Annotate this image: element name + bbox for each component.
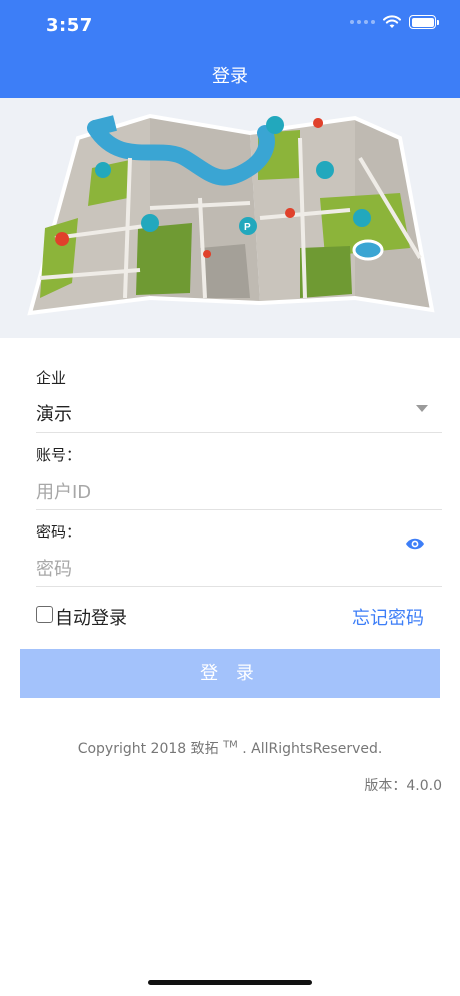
top-bar: 3:57 登录 (0, 0, 460, 98)
auto-login-label[interactable]: 自动登录 (55, 604, 127, 630)
cellular-signal-icon (350, 20, 375, 24)
password-input[interactable]: 密码 (36, 555, 72, 581)
divider (36, 509, 442, 510)
battery-icon (409, 15, 439, 29)
forgot-password-link[interactable]: 忘记密码 (352, 604, 424, 630)
hero-banner: P (0, 98, 460, 338)
company-label: 企业 (36, 369, 67, 387)
login-button[interactable]: 登 录 (20, 649, 440, 698)
password-label: 密码： (36, 523, 82, 541)
divider (36, 432, 442, 433)
version-label: 版本： (364, 778, 407, 794)
status-icons (350, 15, 439, 29)
version-value: 4.0.0 (406, 778, 442, 794)
account-input[interactable]: 用户ID (36, 478, 91, 504)
auto-login-checkbox[interactable] (36, 606, 53, 623)
page-title: 登录 (212, 66, 248, 87)
city-map-illustration: P (27, 113, 435, 316)
svg-text:P: P (244, 222, 251, 233)
version-text: 版本：4.0.0 (364, 775, 442, 795)
chevron-down-icon[interactable] (416, 405, 428, 412)
home-indicator[interactable] (148, 980, 312, 985)
eye-icon[interactable] (405, 537, 425, 551)
account-label: 账号： (36, 446, 82, 464)
wifi-icon (383, 15, 401, 28)
divider (36, 586, 442, 587)
status-time: 3:57 (46, 15, 93, 36)
copyright-prefix: Copyright 2018 致拓 (77, 741, 224, 757)
company-select[interactable]: 演示 (36, 400, 72, 426)
trademark: TM (223, 739, 238, 751)
copyright-suffix: . AllRightsReserved. (237, 741, 383, 757)
copyright-text: Copyright 2018 致拓 TM . AllRightsReserved… (0, 738, 460, 758)
